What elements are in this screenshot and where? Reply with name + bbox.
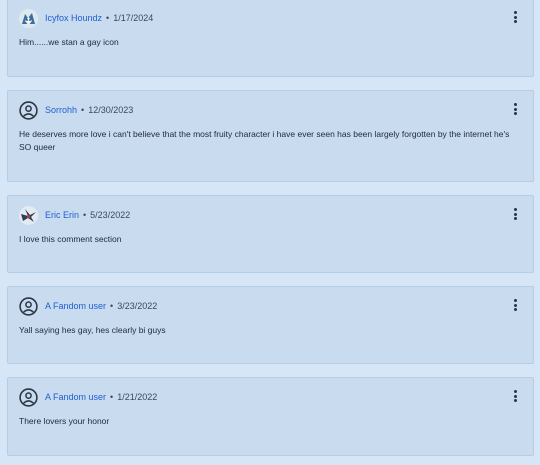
comment-text: I love this comment section xyxy=(19,234,122,244)
more-options-icon[interactable] xyxy=(511,389,519,403)
comment-header: A Fandom user • 1/21/2022 xyxy=(19,387,522,407)
comment-date: 1/17/2024 xyxy=(113,13,154,23)
comment-card: Icyfox Houndz • 1/17/2024 Him......we st… xyxy=(7,0,534,77)
more-options-icon[interactable] xyxy=(511,207,519,221)
default-user-icon[interactable] xyxy=(19,100,38,120)
more-options-icon[interactable] xyxy=(511,10,519,24)
comment-card: Sorrohh • 12/30/2023 He deserves more lo… xyxy=(7,90,534,182)
comment-date: 3/23/2022 xyxy=(117,301,158,311)
comment-header: Icyfox Houndz • 1/17/2024 xyxy=(19,8,522,28)
comment-card: A Fandom user • 3/23/2022 Yall saying he… xyxy=(7,286,534,364)
comment-header: Sorrohh • 12/30/2023 xyxy=(19,100,522,120)
separator-dot: • xyxy=(106,13,110,23)
fox-avatar-icon[interactable] xyxy=(19,8,38,28)
separator-dot: • xyxy=(81,105,85,115)
comment-feed: Icyfox Houndz • 1/17/2024 Him......we st… xyxy=(0,0,540,465)
comment-header: Eric Erin • 5/23/2022 xyxy=(19,205,522,225)
more-options-icon[interactable] xyxy=(511,298,519,312)
comment-date: 12/30/2023 xyxy=(88,105,134,115)
comment-author-link[interactable]: Sorrohh xyxy=(45,105,77,115)
comment-header: A Fandom user • 3/23/2022 xyxy=(19,296,522,316)
separator-dot: • xyxy=(110,301,114,311)
comment-date: 5/23/2022 xyxy=(90,210,131,220)
separator-dot: • xyxy=(110,392,114,402)
comment-text: Him......we stan a gay icon xyxy=(19,37,119,47)
more-options-icon[interactable] xyxy=(511,102,519,116)
comment-text: He deserves more love i can't believe th… xyxy=(19,129,510,152)
comment-author-link[interactable]: A Fandom user xyxy=(45,392,106,402)
default-user-icon[interactable] xyxy=(19,387,38,407)
bird-avatar-icon[interactable] xyxy=(19,205,38,225)
comment-date: 1/21/2022 xyxy=(117,392,158,402)
separator-dot: • xyxy=(83,210,87,220)
comment-card: A Fandom user • 1/21/2022 There lovers y… xyxy=(7,377,534,456)
comment-card: Eric Erin • 5/23/2022 I love this commen… xyxy=(7,195,534,273)
comment-author-link[interactable]: Eric Erin xyxy=(45,210,79,220)
comment-text: Yall saying hes gay, hes clearly bi guys xyxy=(19,325,166,335)
comment-text: There lovers your honor xyxy=(19,416,110,426)
default-user-icon[interactable] xyxy=(19,296,38,316)
comment-author-link[interactable]: A Fandom user xyxy=(45,301,106,311)
comment-author-link[interactable]: Icyfox Houndz xyxy=(45,13,102,23)
